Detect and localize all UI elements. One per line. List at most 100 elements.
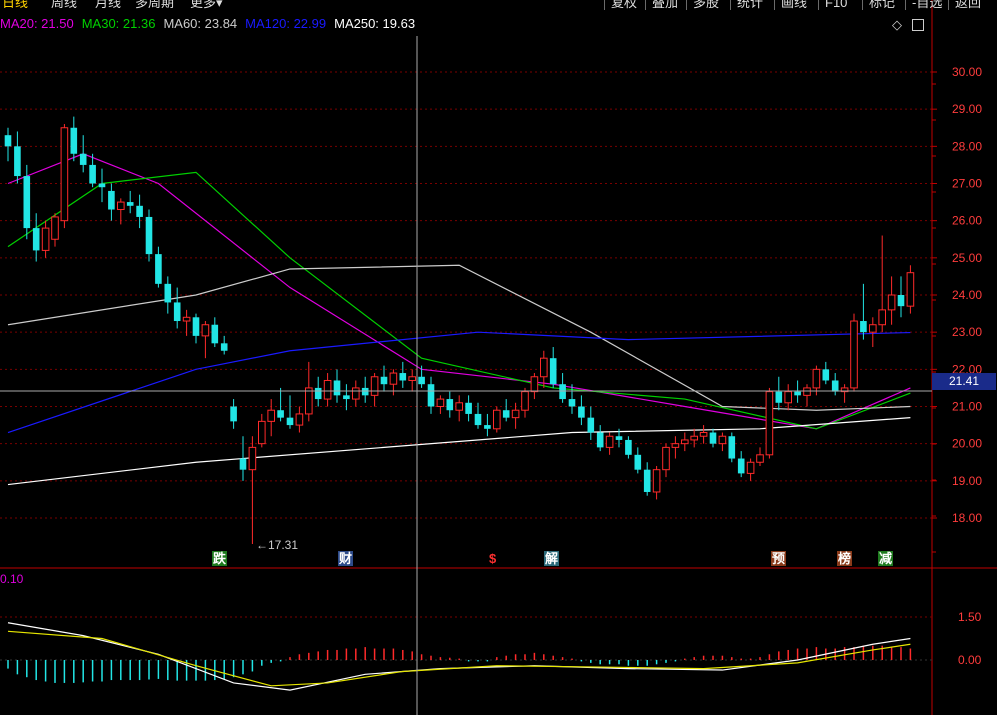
candle-body [625, 439, 632, 455]
macd-tick-label: 0.00 [958, 653, 982, 667]
candle-body [540, 357, 548, 378]
price-tick-label: 20.00 [952, 437, 982, 451]
candle-body [117, 201, 125, 211]
candle-body [370, 376, 379, 396]
candle-body [671, 443, 680, 448]
candle-body [634, 454, 642, 470]
candle-body [831, 380, 839, 392]
ma-legend-item: MA120: 22.99 [245, 16, 327, 31]
tool-button-3[interactable]: 统计 [730, 0, 769, 10]
candlesticks[interactable] [4, 116, 915, 545]
candle-body [436, 398, 445, 408]
candle-body [502, 410, 510, 418]
candle-body [596, 432, 604, 448]
candle-body [530, 376, 539, 393]
candle-body [399, 373, 407, 381]
period-tab-4[interactable]: 更多▾ [190, 0, 223, 11]
candle-body [267, 409, 275, 422]
candle-body [41, 227, 50, 251]
candle-body [164, 283, 172, 303]
candle-body [803, 387, 811, 396]
candle-body [549, 358, 557, 385]
window-toggle-icon[interactable] [912, 19, 924, 31]
candle-body [89, 164, 96, 184]
candle-body [860, 321, 867, 333]
tool-button-6[interactable]: 标记 [862, 0, 901, 10]
crosshair-price-label: 21.41 [932, 373, 996, 390]
candle-body [578, 406, 585, 418]
tool-button-2[interactable]: 多股 [686, 0, 725, 10]
candle-body [4, 135, 12, 147]
ma-legend-item: MA20: 21.50 [0, 16, 74, 31]
candle-body [718, 435, 727, 445]
ma-legend: MA20: 21.50 MA30: 21.36 MA60: 23.84 MA120: … [0, 16, 423, 31]
candle-body [192, 317, 200, 336]
candle-body [343, 395, 350, 400]
candle-body [474, 413, 482, 426]
candle-body [145, 216, 153, 255]
low-price-value: 17.31 [268, 538, 299, 552]
candle-body [869, 324, 877, 333]
period-tab-0[interactable]: 日线 [2, 0, 28, 11]
candle-body [295, 413, 304, 426]
tool-button-5[interactable]: F10 [818, 0, 853, 10]
candle-body [897, 295, 905, 307]
candle-body [248, 446, 257, 471]
candle-body [775, 391, 783, 403]
candle-body [361, 387, 369, 396]
tool-button-0[interactable]: 复权 [604, 0, 643, 10]
event-marker[interactable]: 预 [771, 551, 787, 566]
price-tick-label: 18.00 [952, 511, 982, 525]
period-tab-2[interactable]: 月线 [95, 0, 121, 11]
tool-button-7[interactable]: -自选 [905, 0, 948, 10]
event-marker[interactable]: $ [488, 551, 498, 566]
tool-button-8[interactable]: 返回 [948, 0, 987, 10]
candle-body [70, 127, 78, 154]
tool-button-1[interactable]: 叠加 [645, 0, 684, 10]
tool-button-4[interactable]: 画线 [774, 0, 813, 10]
event-marker[interactable]: 解 [544, 551, 560, 566]
kline-chart[interactable]: 30.00 29.00 28.00 27.00 26.00 25.00 24.00 23.00… [0, 0, 997, 715]
candle-body [23, 176, 31, 229]
candle-body [352, 387, 360, 400]
candle-body [906, 272, 915, 307]
candle-body [220, 343, 228, 351]
candle-body [136, 205, 143, 217]
ma-line-ma250 [7, 417, 911, 486]
event-marker[interactable]: 跌 [212, 551, 228, 566]
price-tick-label: 23.00 [952, 325, 982, 339]
candle-body [511, 409, 520, 419]
diamond-icon[interactable]: ◇ [892, 17, 902, 33]
candle-body [32, 228, 40, 251]
candle-body [277, 410, 284, 418]
candle-body [709, 432, 717, 444]
price-tick-label: 29.00 [952, 102, 982, 116]
candle-body [887, 294, 896, 311]
candle-body [794, 391, 801, 396]
candle-body [258, 420, 266, 445]
candle-body [615, 436, 623, 440]
candle-body [108, 190, 115, 210]
candle-body [484, 425, 491, 429]
moving-average-lines [7, 153, 911, 486]
price-tick-label: 26.00 [952, 214, 982, 228]
event-marker[interactable]: 榜 [837, 551, 853, 566]
candle-body [155, 254, 162, 284]
event-marker[interactable]: 减 [878, 551, 894, 566]
candle-body [314, 387, 322, 400]
price-tick-label: 25.00 [952, 251, 982, 265]
candle-body [587, 417, 595, 433]
candle-body [380, 376, 388, 385]
period-tab-3[interactable]: 多周期 [135, 0, 174, 11]
candle-body [699, 432, 708, 437]
candle-body [521, 391, 529, 411]
candle-body [323, 379, 332, 400]
candle-body [643, 469, 651, 492]
macd-dif-line [7, 622, 911, 691]
candle-body [690, 435, 699, 441]
price-tick-label: 19.00 [952, 474, 982, 488]
candle-body [14, 146, 21, 177]
event-marker[interactable]: 财 [338, 551, 354, 566]
period-tab-1[interactable]: 周线 [51, 0, 77, 11]
candle-body [784, 391, 793, 404]
